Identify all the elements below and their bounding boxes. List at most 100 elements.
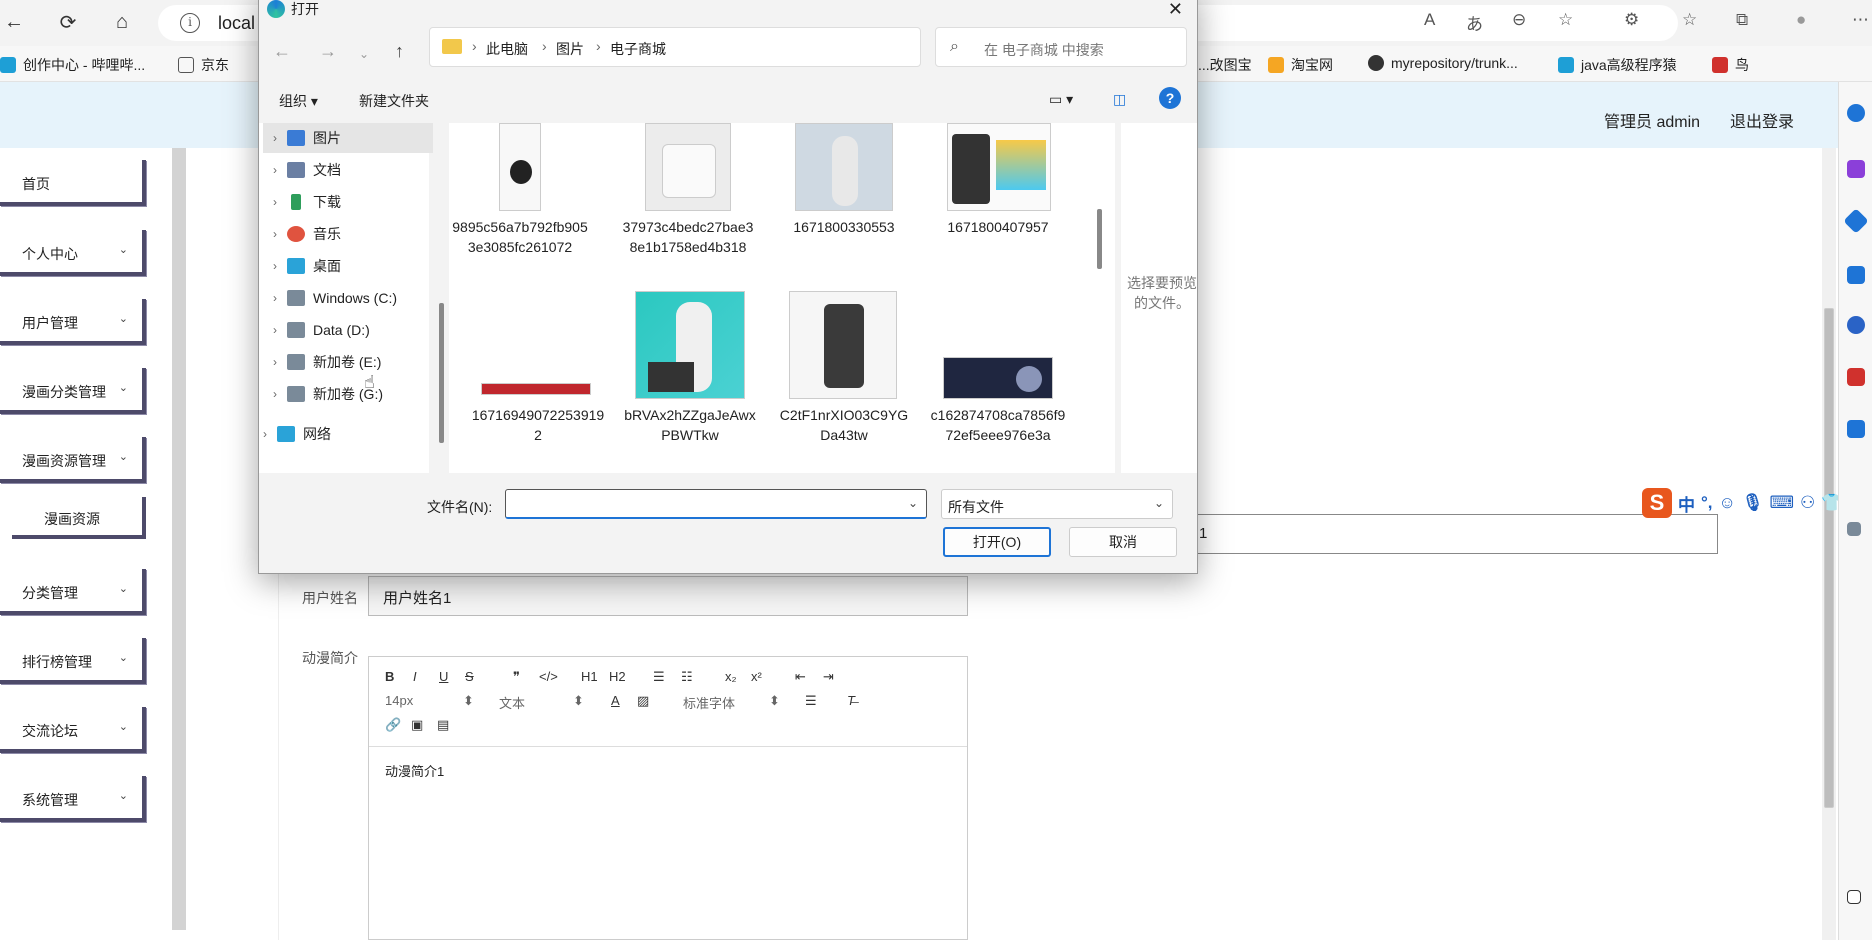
clear-format-icon[interactable]: T̶: [847, 693, 855, 708]
ime-lang-toggle[interactable]: 中: [1678, 491, 1695, 516]
link-icon[interactable]: 🔗: [385, 717, 401, 733]
superscript-icon[interactable]: x²: [751, 669, 762, 684]
read-aloud-icon[interactable]: A: [1424, 10, 1435, 30]
tools-icon[interactable]: [1843, 208, 1869, 234]
page-scrollbar[interactable]: [1822, 148, 1836, 940]
zoom-icon[interactable]: ⊖: [1512, 10, 1526, 30]
filename-input[interactable]: ⌄: [505, 489, 927, 519]
view-icon[interactable]: ▭ ▾: [1049, 91, 1073, 108]
file-item[interactable]: bRVAx2hZZgaJeAwxPBWTkw: [621, 405, 759, 445]
tree-item[interactable]: › 图片: [263, 123, 433, 153]
close-icon[interactable]: ✕: [1168, 0, 1183, 20]
background-color-icon[interactable]: ▨: [637, 693, 649, 709]
file-item[interactable]: 167169490722539192: [469, 405, 607, 445]
tree-item[interactable]: › 下载: [263, 187, 433, 217]
file-list-scrollbar[interactable]: [1097, 209, 1102, 269]
code-icon[interactable]: </>: [539, 669, 558, 684]
back-icon[interactable]: ←: [273, 41, 291, 62]
cancel-button[interactable]: 取消: [1069, 527, 1177, 557]
tree-item[interactable]: › Data (D:): [263, 315, 433, 345]
file-item[interactable]: C2tF1nrXIO03C9YGDa43tw: [775, 405, 913, 445]
favorites-icon[interactable]: ☆: [1682, 10, 1697, 30]
h1-icon[interactable]: H1: [581, 669, 598, 684]
image-icon[interactable]: ▣: [411, 717, 423, 733]
filetype-select[interactable]: 所有文件 ⌄: [941, 489, 1173, 519]
file-item[interactable]: 37973c4bedc27bae38e1b1758ed4b318: [619, 217, 757, 257]
bookmark-item[interactable]: 鸟: [1712, 55, 1749, 75]
breadcrumb[interactable]: › 此电脑 › 图片 › 电子商城 ⌄ ⟳: [429, 27, 1072, 67]
sidebar-item-home[interactable]: 首页: [0, 160, 146, 206]
sidebar-item-forum[interactable]: 交流论坛 ⌄: [0, 707, 146, 753]
ime-punct-toggle[interactable]: °,: [1701, 493, 1713, 513]
tree-scrollbar[interactable]: [439, 303, 444, 443]
bookmark-item[interactable]: java高级程序猿: [1558, 55, 1677, 75]
sidebar-item-users[interactable]: 用户管理 ⌄: [0, 299, 146, 345]
breadcrumb-item[interactable]: 电子商城: [610, 39, 666, 59]
bookmark-item[interactable]: 京东: [178, 55, 229, 75]
office-icon[interactable]: [1847, 368, 1865, 386]
strike-icon[interactable]: S: [465, 669, 474, 684]
sidebar-item-comic-category[interactable]: 漫画分类管理 ⌄: [0, 368, 146, 414]
shopping-icon[interactable]: [1847, 266, 1865, 284]
bullet-list-icon[interactable]: ☷: [681, 669, 693, 685]
file-item[interactable]: c162874708ca7856f972ef5eee976e3a: [929, 405, 1067, 445]
preview-pane-icon[interactable]: ◫: [1113, 91, 1126, 108]
organize-button[interactable]: 组织 ▾: [279, 91, 318, 111]
editor-content[interactable]: 动漫简介1: [385, 761, 444, 780]
sidebar-item-profile[interactable]: 个人中心 ⌄: [0, 230, 146, 276]
ordered-list-icon[interactable]: ☰: [653, 669, 665, 685]
logout-link[interactable]: 退出登录: [1730, 108, 1794, 132]
search-icon[interactable]: [1847, 104, 1865, 122]
tree-item[interactable]: › 网络: [253, 419, 423, 449]
tree-item[interactable]: › 桌面: [263, 251, 433, 281]
font-color-icon[interactable]: A: [611, 693, 620, 708]
h2-icon[interactable]: H2: [609, 669, 626, 684]
outdent-icon[interactable]: ⇤: [795, 669, 806, 685]
refresh-icon[interactable]: ⟳: [54, 8, 82, 36]
translate-icon[interactable]: あ: [1466, 10, 1483, 35]
file-item[interactable]: 1671800330553: [775, 217, 913, 237]
rich-text-editor[interactable]: B I U S ❞ </> H1 H2 ☰ ☷ x₂ x² ⇤ ⇥ 14px ⬍…: [368, 656, 968, 940]
indent-icon[interactable]: ⇥: [823, 669, 834, 685]
extensions-icon[interactable]: ⚙: [1624, 10, 1639, 30]
sogou-icon[interactable]: S: [1642, 488, 1672, 518]
tree-item[interactable]: › Windows (C:): [263, 283, 433, 313]
copilot-icon[interactable]: [1847, 160, 1865, 178]
tree-item[interactable]: › 新加卷 (E:): [263, 347, 433, 377]
tree-item[interactable]: › 音乐: [263, 219, 433, 249]
more-icon[interactable]: ⋯: [1852, 10, 1869, 30]
tree-item[interactable]: › 新加卷 (G:): [263, 379, 433, 409]
back-icon[interactable]: ←: [0, 8, 28, 36]
user-icon[interactable]: ⚇: [1800, 493, 1815, 513]
form-input[interactable]: 1: [1196, 514, 1718, 554]
tree-item[interactable]: › 文档: [263, 155, 433, 185]
bookmark-item[interactable]: myrepository/trunk...: [1368, 55, 1518, 71]
exit-icon[interactable]: [1847, 890, 1861, 904]
profile-icon[interactable]: ●: [1796, 10, 1806, 30]
text-type-select[interactable]: 文本: [499, 693, 525, 712]
breadcrumb-item[interactable]: 图片: [556, 39, 584, 59]
bookmark-item[interactable]: 淘宝网: [1268, 55, 1333, 75]
font-family-select[interactable]: 标准字体: [683, 693, 735, 712]
underline-icon[interactable]: U: [439, 669, 448, 684]
info-icon[interactable]: i: [180, 13, 200, 33]
open-button[interactable]: 打开(O): [943, 527, 1051, 557]
username-input[interactable]: 用户姓名1: [368, 576, 968, 616]
bookmark-item[interactable]: ...改图宝: [1198, 55, 1252, 75]
emoji-icon[interactable]: ☺: [1719, 493, 1736, 513]
subscript-icon[interactable]: x₂: [725, 669, 737, 684]
collections-icon[interactable]: ⧉: [1736, 10, 1748, 30]
search-input[interactable]: ⌕ 在 电子商城 中搜索: [935, 27, 1187, 67]
font-size-select[interactable]: 14px: [385, 693, 413, 708]
forward-icon[interactable]: →: [319, 41, 337, 62]
breadcrumb-item[interactable]: 此电脑: [486, 39, 528, 59]
keyboard-icon[interactable]: ⌨: [1769, 493, 1794, 513]
people-icon[interactable]: [1847, 316, 1865, 334]
add-icon[interactable]: [1847, 522, 1861, 536]
file-item[interactable]: 1671800407957: [929, 217, 1067, 237]
recent-locations-icon[interactable]: ⌄: [359, 47, 369, 61]
video-icon[interactable]: ▤: [437, 717, 449, 733]
sidebar-subitem-comic-resource[interactable]: 漫画资源: [12, 497, 146, 539]
sidebar-item-system[interactable]: 系统管理 ⌄: [0, 776, 146, 822]
sidebar-item-category[interactable]: 分类管理 ⌄: [0, 569, 146, 615]
